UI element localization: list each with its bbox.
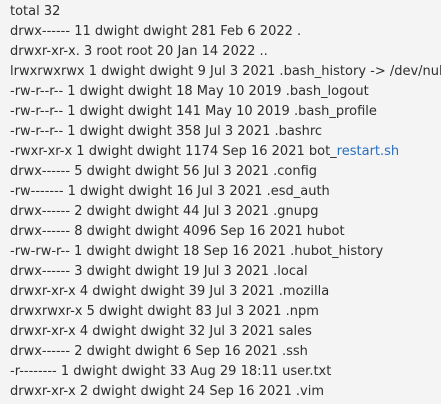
listing-row-vim: drwxr-xr-x 2 dwight dwight 24 Sep 16 202… bbox=[10, 384, 324, 399]
listing-row-prefix: -rwxr-xr-x 1 dwight dwight 1174 Sep 16 2… bbox=[10, 144, 337, 159]
listing-row-mozilla: drwxr-xr-x 4 dwight dwight 39 Jul 3 2021… bbox=[10, 284, 330, 299]
listing-row-bot-restart: -rwxr-xr-x 1 dwight dwight 1174 Sep 16 2… bbox=[10, 142, 441, 162]
listing-row-npm: drwxrwxr-x 5 dwight dwight 83 Jul 3 2021… bbox=[10, 304, 319, 319]
listing-row-hubot: drwx------ 8 dwight dwight 4096 Sep 16 2… bbox=[10, 224, 345, 239]
listing-total: total 32 bbox=[10, 4, 61, 19]
listing-row-bash-profile: -rw-r--r-- 1 dwight dwight 141 May 10 20… bbox=[10, 104, 377, 119]
listing-row-bash-logout: -rw-r--r-- 1 dwight dwight 18 May 10 201… bbox=[10, 84, 369, 99]
listing-row-config: drwx------ 5 dwight dwight 56 Jul 3 2021… bbox=[10, 164, 318, 179]
listing-row-bashrc: -rw-r--r-- 1 dwight dwight 358 Jul 3 202… bbox=[10, 124, 323, 139]
listing-row-sales: drwxr-xr-x 4 dwight dwight 32 Jul 3 2021… bbox=[10, 324, 312, 339]
listing-row-bash-history: lrwxrwxrwx 1 dwight dwight 9 Jul 3 2021 … bbox=[10, 64, 441, 79]
listing-row-dotdot: drwxr-xr-x. 3 root root 20 Jan 14 2022 .… bbox=[10, 44, 268, 59]
listing-row-esd-auth: -rw------- 1 dwight dwight 16 Jul 3 2021… bbox=[10, 184, 330, 199]
listing-row-gnupg: drwx------ 2 dwight dwight 44 Jul 3 2021… bbox=[10, 204, 319, 219]
listing-row-dot: drwx------ 11 dwight dwight 281 Feb 6 20… bbox=[10, 24, 302, 39]
listing-row-user-txt: -r-------- 1 dwight dwight 33 Aug 29 18:… bbox=[10, 364, 332, 379]
terminal-output: total 32 drwx------ 11 dwight dwight 281… bbox=[0, 0, 441, 404]
listing-row-local: drwx------ 3 dwight dwight 19 Jul 3 2021… bbox=[10, 264, 308, 279]
restart-sh-link[interactable]: restart.sh bbox=[337, 144, 399, 159]
listing-row-ssh: drwx------ 2 dwight dwight 6 Sep 16 2021… bbox=[10, 344, 308, 359]
listing-row-hubot-history: -rw-rw-r-- 1 dwight dwight 18 Sep 16 202… bbox=[10, 244, 384, 259]
